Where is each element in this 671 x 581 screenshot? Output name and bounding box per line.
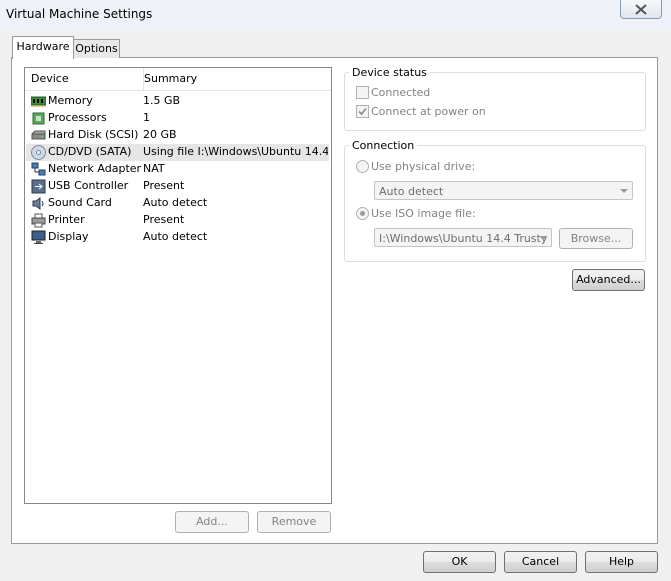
physical-drive-select[interactable]: Auto detect xyxy=(374,181,633,200)
device-summary: Present xyxy=(143,179,185,192)
use-iso-image-radio[interactable] xyxy=(356,207,369,220)
processor-icon xyxy=(32,112,45,125)
device-row-network-adapter[interactable]: Network Adapter NAT xyxy=(26,161,329,178)
connection-title: Connection xyxy=(349,139,418,152)
device-row-usb-controller[interactable]: USB Controller Present xyxy=(26,178,329,195)
device-row-cd-dvd[interactable]: CD/DVD (SATA) Using file I:\Windows\Ubun… xyxy=(26,144,329,161)
connect-at-power-on-label: Connect at power on xyxy=(371,105,486,118)
device-list[interactable]: Device Summary Memory 1.5 GB Processors … xyxy=(24,67,332,504)
device-name: CD/DVD (SATA) xyxy=(48,145,132,158)
iso-image-path-value: I:\Windows\Ubuntu 14.4 Trusty xyxy=(379,232,548,245)
remove-device-button[interactable]: Remove xyxy=(257,511,331,533)
device-name: Memory xyxy=(48,94,93,107)
advanced-button[interactable]: Advanced... xyxy=(572,269,645,291)
device-row-processors[interactable]: Processors 1 xyxy=(26,110,329,127)
sound-card-icon xyxy=(32,197,44,210)
window-title: Virtual Machine Settings xyxy=(6,7,153,21)
cd-dvd-icon xyxy=(31,145,46,160)
device-name: Hard Disk (SCSI) xyxy=(48,128,139,141)
title-bar: Virtual Machine Settings xyxy=(0,0,671,30)
radio-selected-dot xyxy=(360,211,365,216)
tab-options[interactable]: Options xyxy=(73,39,120,58)
add-device-button[interactable]: Add... xyxy=(175,511,249,533)
device-row-memory[interactable]: Memory 1.5 GB xyxy=(26,93,329,110)
device-status-title: Device status xyxy=(349,66,430,79)
checkmark-icon xyxy=(358,107,367,116)
hard-disk-icon xyxy=(31,130,46,140)
device-summary: Auto detect xyxy=(143,230,208,243)
use-physical-drive-label: Use physical drive: xyxy=(371,160,476,173)
device-name: Printer xyxy=(48,213,85,226)
help-button[interactable]: Help xyxy=(585,551,658,573)
device-summary: Auto detect xyxy=(143,196,208,209)
device-row-sound-card[interactable]: Sound Card Auto detect xyxy=(26,195,329,212)
device-summary: 1 xyxy=(143,111,150,124)
iso-image-path-select[interactable]: I:\Windows\Ubuntu 14.4 Trusty xyxy=(374,228,552,247)
device-row-printer[interactable]: Printer Present xyxy=(26,212,329,229)
device-name: USB Controller xyxy=(48,179,129,192)
browse-button[interactable]: Browse... xyxy=(559,228,633,249)
printer-icon xyxy=(31,213,46,228)
tab-hardware[interactable]: Hardware xyxy=(12,36,74,59)
use-iso-image-label: Use ISO image file: xyxy=(371,207,476,220)
device-row-display[interactable]: Display Auto detect xyxy=(26,229,329,246)
column-header-device[interactable]: Device xyxy=(25,68,144,90)
cancel-button[interactable]: Cancel xyxy=(504,551,577,573)
device-summary: Using file I:\Windows\Ubuntu 14.4 ... xyxy=(143,145,328,158)
device-list-header: Device Summary xyxy=(25,68,331,91)
device-name: Network Adapter xyxy=(48,162,142,175)
network-adapter-icon xyxy=(31,162,46,176)
device-name: Processors xyxy=(48,111,107,124)
device-status-group xyxy=(344,72,646,131)
device-name: Display xyxy=(48,230,89,243)
physical-drive-value: Auto detect xyxy=(379,185,444,198)
connect-at-power-on-checkbox[interactable] xyxy=(356,105,369,118)
connected-label: Connected xyxy=(371,86,431,99)
device-row-hard-disk[interactable]: Hard Disk (SCSI) 20 GB xyxy=(26,127,329,144)
chevron-down-icon xyxy=(539,236,547,240)
use-physical-drive-radio[interactable] xyxy=(356,160,369,173)
close-icon xyxy=(635,3,647,15)
close-button[interactable] xyxy=(620,0,662,19)
device-summary: 1.5 GB xyxy=(143,94,181,107)
chevron-down-icon xyxy=(620,189,628,193)
ok-button[interactable]: OK xyxy=(423,551,496,573)
column-header-summary[interactable]: Summary xyxy=(144,68,197,90)
connected-checkbox[interactable] xyxy=(356,86,369,99)
device-summary: NAT xyxy=(143,162,165,175)
display-icon xyxy=(31,230,46,244)
device-name: Sound Card xyxy=(48,196,112,209)
memory-icon xyxy=(31,96,46,107)
device-summary: 20 GB xyxy=(143,128,177,141)
device-summary: Present xyxy=(143,213,185,226)
usb-icon xyxy=(31,179,46,194)
